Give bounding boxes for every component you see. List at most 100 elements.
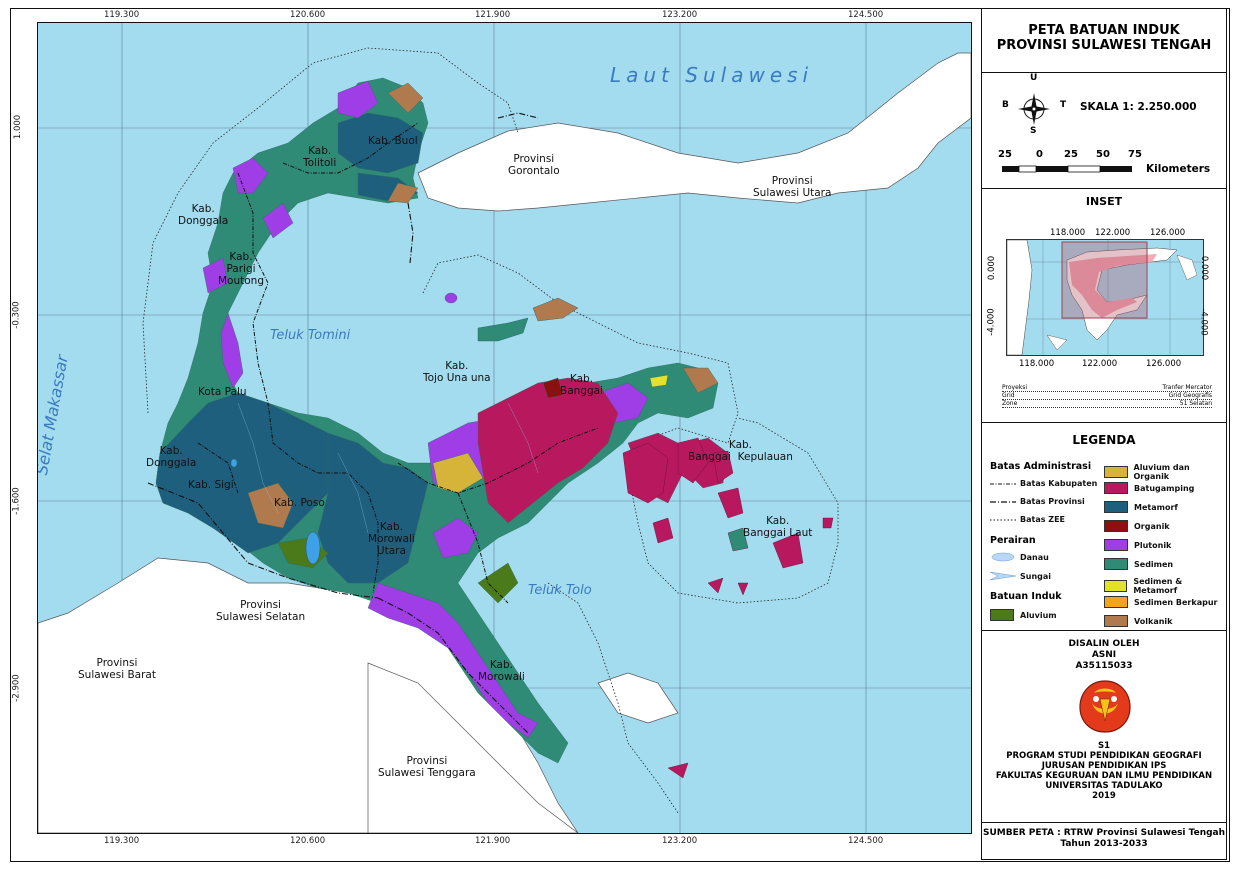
legend-item-sedimen: Sedimen — [1104, 558, 1173, 570]
legend-box: LEGENDA Batas Administrasi Batas Kabupat… — [981, 422, 1227, 632]
banggai-islands — [622, 437, 834, 779]
map-title-line1: PETA BATUAN INDUK — [1028, 23, 1180, 38]
legend-item-batugamping: Batugamping — [1104, 482, 1194, 494]
province-label-sulawesi-tenggara: Provinsi Sulawesi Tenggara — [378, 755, 476, 779]
lon-tick: 123.200 — [662, 836, 698, 846]
compass-north-label: U — [1030, 73, 1038, 83]
inset-box: INSET 118.000 122.000 126.000 118.000 12… — [981, 188, 1227, 424]
legend-item-metamorf: Metamorf — [1104, 501, 1178, 513]
legend-item-batas-provinsi: Batas Provinsi — [990, 497, 1085, 506]
projection-row: Proyeksi Tranfer Mercator — [1002, 384, 1212, 392]
compass-east-label: T — [1060, 100, 1067, 110]
scale-text: SKALA 1: 2.250.000 — [1080, 101, 1197, 113]
credit-institution: S1 PROGRAM STUDI PENDIDIKAN GEOGRAFI JUR… — [995, 741, 1213, 801]
inset-top-tick: 118.000 — [1050, 228, 1086, 238]
region-label-kota-palu: Kota Palu — [198, 386, 247, 398]
lat-tick: -2.900 — [11, 674, 22, 702]
swatch-aluvium — [990, 609, 1014, 621]
togean-islands — [444, 292, 579, 342]
legend-item-volkanik: Volkanik — [1104, 615, 1172, 627]
scale-unit: Kilometers — [1146, 163, 1211, 175]
river-icon — [990, 571, 1016, 581]
map-title-line2: PROVINSI SULAWESI TENGAH — [996, 38, 1212, 53]
lon-tick: 119.300 — [104, 836, 140, 846]
inset-bottom-tick: 122.000 — [1082, 359, 1118, 369]
legend-item-organik: Organik — [1104, 520, 1170, 532]
region-label-banggai-laut: Kab. Banggai Laut — [743, 515, 813, 539]
inset-bottom-tick: 126.000 — [1146, 359, 1182, 369]
scale-bar — [1002, 165, 1132, 173]
university-logo-icon — [1079, 680, 1131, 733]
scale-tick: 0 — [1036, 149, 1043, 160]
lon-tick: 121.900 — [475, 10, 511, 20]
legend-item-batas-kabupaten: Batas Kabupaten — [990, 479, 1098, 488]
main-map[interactable]: Laut Sulawesi Selat Makassar Teluk Tomin… — [37, 22, 972, 834]
inset-top-tick: 122.000 — [1095, 228, 1131, 238]
credit-box: DISALIN OLEH ASNI A35115033 S1 PROGRAM S… — [981, 630, 1227, 824]
scale-tick: 25 — [998, 149, 1012, 160]
inset-right-tick: 0.000 — [1199, 255, 1210, 281]
lake-icon — [991, 552, 1015, 562]
region-label-morowali: Kab. Morowali — [478, 659, 525, 683]
projection-info: Proyeksi Tranfer Mercator Grid Grid Geogra… — [1002, 384, 1212, 408]
inset-left-tick: 0.000 — [987, 255, 998, 281]
region-label-donggala-north: Kab. Donggala — [178, 203, 229, 227]
inset-heading: INSET — [1085, 195, 1123, 208]
projection-row: Zone 51 Selatan — [1002, 400, 1212, 408]
legend-item-aluvium: Aluvium — [990, 609, 1057, 621]
compass-south-label: S — [1030, 126, 1037, 136]
inset-map[interactable] — [1006, 239, 1204, 356]
sea-label-teluk-tomini: Teluk Tomini — [270, 328, 351, 343]
lat-tick: -0.300 — [11, 301, 22, 329]
scale-tick: 75 — [1128, 149, 1142, 160]
scale-tick: 25 — [1064, 149, 1078, 160]
sea-label-teluk-tolo: Teluk Tolo — [528, 583, 592, 598]
region-label-donggala-south: Kab. Donggala — [146, 445, 197, 469]
sea-label-laut-sulawesi: Laut Sulawesi — [610, 63, 814, 87]
legend-item-sedimen-metamorf: Sedimen & Metamorf — [1104, 577, 1226, 595]
region-label-banggai: Kab. Banggai — [560, 373, 603, 397]
lon-tick: 121.900 — [475, 836, 511, 846]
source-box: SUMBER PETA : RTRW Provinsi Sulawesi Ten… — [981, 822, 1227, 860]
projection-row: Grid Grid Geografis — [1002, 392, 1212, 400]
lon-tick: 124.500 — [848, 10, 884, 20]
region-label-banggai-kepulauan: Kab. Banggai Kepulauan — [688, 439, 793, 463]
inset-canvas — [1007, 240, 1203, 355]
region-label-buol: Kab. Buol — [368, 135, 418, 147]
region-label-parigi-moutong: Kab. Parigi Moutong — [218, 251, 264, 287]
lon-tick: 120.600 — [290, 836, 326, 846]
lat-tick: -1.600 — [11, 487, 22, 515]
map-source: SUMBER PETA : RTRW Provinsi Sulawesi Ten… — [982, 828, 1226, 849]
region-label-tojo-una-una: Kab. Tojo Una una — [423, 360, 491, 384]
region-label-poso: Kab. Poso — [274, 497, 325, 509]
map-canvas — [38, 23, 971, 833]
inset-right-tick: -4.000 — [1198, 308, 1209, 336]
legend-item-sungai: Sungai — [990, 571, 1051, 581]
inset-left-tick: -4.000 — [986, 308, 997, 336]
scale-tick: 50 — [1096, 149, 1110, 160]
legend-item-plutonik: Plutonik — [1104, 539, 1171, 551]
legend-admin-heading: Batas Administrasi — [990, 461, 1092, 472]
inset-top-tick: 126.000 — [1150, 228, 1186, 238]
province-label-sulawesi-barat: Provinsi Sulawesi Barat — [78, 657, 156, 681]
legend-water-heading: Perairan — [990, 535, 1036, 546]
region-label-morowali-utara: Kab. Morowali Utara — [368, 521, 415, 557]
lat-tick: 1.000 — [13, 114, 24, 140]
credit-author: DISALIN OLEH ASNI A35115033 — [1068, 639, 1140, 671]
compass-scale-box: U S B T SKALA 1: 2.250.000 25 0 25 50 75… — [981, 72, 1227, 190]
compass-west-label: B — [1002, 100, 1009, 110]
province-label-gorontalo: Provinsi Gorontalo — [508, 153, 560, 177]
inset-bottom-tick: 118.000 — [1019, 359, 1055, 369]
legend-item-aluvium-organik: Aluvium dan Organik — [1104, 463, 1226, 481]
lon-tick: 120.600 — [290, 10, 326, 20]
legend-item-batas-zee: Batas ZEE — [990, 515, 1065, 524]
lon-tick: 124.500 — [848, 836, 884, 846]
lon-tick: 119.300 — [104, 10, 140, 20]
province-label-sulawesi-selatan: Provinsi Sulawesi Selatan — [216, 599, 306, 623]
legend-heading: LEGENDA — [1072, 433, 1136, 447]
region-label-tolitoli: Kab. Tolitoli — [303, 145, 337, 169]
lon-tick: 123.200 — [662, 10, 698, 20]
province-label-sulawesi-utara: Provinsi Sulawesi Utara — [753, 175, 832, 199]
title-box: PETA BATUAN INDUK PROVINSI SULAWESI TENG… — [981, 8, 1227, 74]
region-label-sigi: Kab. Sigi — [188, 479, 234, 491]
